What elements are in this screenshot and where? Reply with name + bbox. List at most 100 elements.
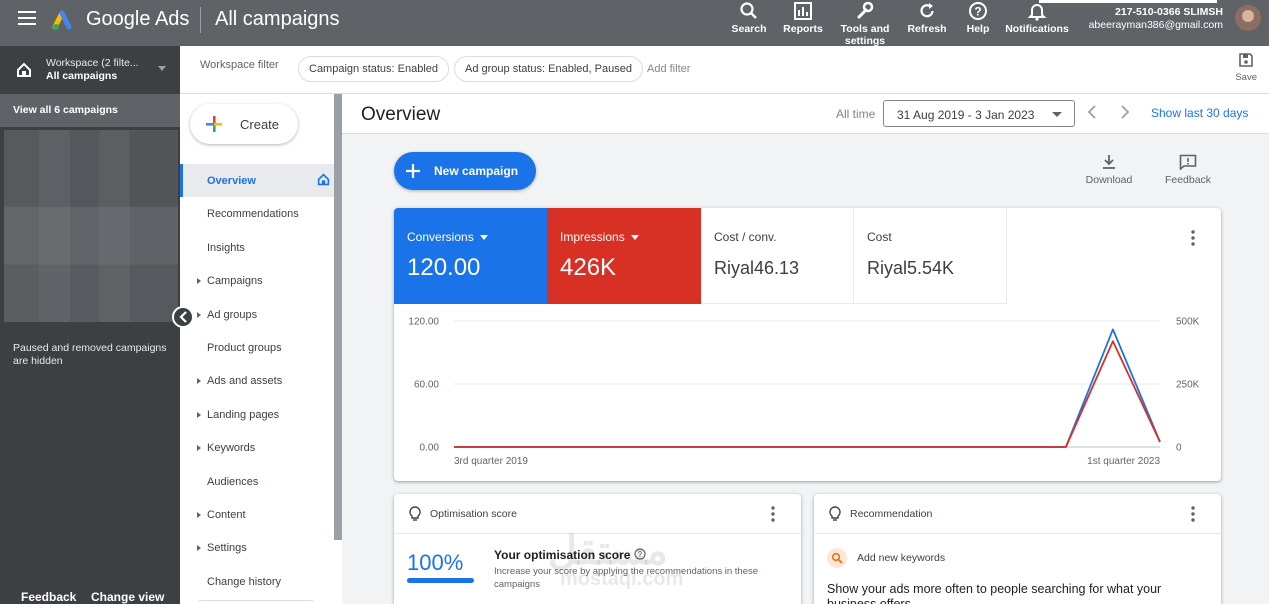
chevron-left-icon[interactable] xyxy=(1087,105,1097,119)
save-label: Save xyxy=(1235,72,1257,83)
nav-item-recommendations[interactable]: Recommendations xyxy=(180,197,334,230)
workspace-filter-label: Workspace filter xyxy=(200,59,279,71)
watermark-url: mostaql.com xyxy=(560,568,684,590)
change-view-link[interactable]: Change view xyxy=(91,590,164,604)
feedback-button[interactable]: Feedback xyxy=(1161,154,1215,186)
nav-item-label: Insights xyxy=(207,241,245,254)
nav-item-campaigns[interactable]: Campaigns xyxy=(180,264,334,297)
nav-item-landing-pages[interactable]: Landing pages xyxy=(180,398,334,431)
help-icon: ? xyxy=(969,2,987,20)
metric-value: Riyal46.13 xyxy=(714,258,800,278)
nav-item-keywords[interactable]: Keywords xyxy=(180,431,334,464)
metric-tile-impressions[interactable]: Impressions 426K xyxy=(547,208,701,304)
hidden-campaigns-note: Paused and removed campaigns are hidden xyxy=(13,342,167,367)
metric-tile-cost[interactable]: Cost Riyal5.54K xyxy=(854,208,1007,304)
date-range-select[interactable]: 31 Aug 2019 - 3 Jan 2023 xyxy=(883,100,1075,127)
product-name[interactable]: Google Ads xyxy=(86,8,189,31)
expand-arrow-icon xyxy=(197,545,201,552)
new-campaign-button[interactable]: New campaign xyxy=(394,152,536,190)
metric-label: Cost xyxy=(867,230,892,244)
more-vert-icon[interactable] xyxy=(1190,506,1196,522)
nav-item-label: Keywords xyxy=(207,442,256,455)
more-vert-icon[interactable] xyxy=(1190,230,1196,246)
page-nav: Create Overview Recommendations Insights Ca… xyxy=(180,94,342,604)
nav-item-settings[interactable]: Settings xyxy=(180,531,334,564)
collapse-panel-button[interactable] xyxy=(172,306,194,328)
performance-line-chart: 120.00 500K 60.00 250K 0.00 0 3rd quarter 2019… xyxy=(408,317,1200,468)
account-info[interactable]: 217-510-0366 SLIMSH abeerayman386@gmail.… xyxy=(1089,6,1223,32)
x-tick-label: 3rd quarter 2019 xyxy=(454,456,528,467)
add-filter-button[interactable]: Add filter xyxy=(647,63,690,75)
expand-arrow-icon xyxy=(197,512,201,518)
download-icon xyxy=(1103,155,1115,169)
y-tick-label-right: 250K xyxy=(1176,380,1200,391)
feedback-link[interactable]: Feedback xyxy=(21,590,76,604)
dropdown-arrow-icon xyxy=(630,235,639,241)
workspace-panel: Workspace (2 filte... All campaigns View… xyxy=(0,46,180,604)
nav-item-label: Content xyxy=(207,509,246,521)
search-icon xyxy=(740,2,757,19)
nav-item-label: Settings xyxy=(207,542,247,555)
nav-item-label: Change history xyxy=(207,575,281,588)
nav-scrollbar[interactable] xyxy=(334,94,342,540)
refresh-tool[interactable]: Refresh xyxy=(904,0,950,46)
help-tool-label: Help xyxy=(966,23,990,35)
view-all-campaigns[interactable]: View all 6 campaigns xyxy=(0,94,180,127)
tools-settings[interactable]: Tools and settings xyxy=(838,0,892,47)
refresh-tool-label: Refresh xyxy=(907,23,947,35)
card-header: Recommendation xyxy=(814,494,1221,534)
metric-tile-cost-per-conv[interactable]: Cost / conv. Riyal46.13 xyxy=(701,208,854,304)
nav-item-audiences[interactable]: Audiences xyxy=(180,465,334,498)
download-button[interactable]: Download xyxy=(1082,154,1136,186)
reports-tool[interactable]: Reports xyxy=(780,0,826,46)
workspace-selector[interactable]: Workspace (2 filte... All campaigns xyxy=(0,46,180,94)
campaign-list-blurred xyxy=(4,130,178,322)
filter-chip-ad-group-status[interactable]: Ad group status: Enabled, Paused xyxy=(454,56,643,82)
series-line-impressions xyxy=(454,340,1161,448)
expand-arrow-icon xyxy=(197,445,201,452)
nav-item-overview[interactable]: Overview xyxy=(180,164,334,197)
chevron-down-icon xyxy=(158,66,166,71)
reports-tool-label: Reports xyxy=(783,23,823,35)
top-bar: Google Ads All campaigns Search Reports … xyxy=(0,0,1269,47)
metric-value: 120.00 xyxy=(407,254,481,281)
all-time-label: All time xyxy=(836,107,876,121)
optimisation-score-bar xyxy=(407,578,474,583)
show-last-30-days-link[interactable]: Show last 30 days xyxy=(1151,106,1248,120)
nav-item-insights[interactable]: Insights xyxy=(180,231,334,264)
tools-settings-label: Tools and settings xyxy=(840,23,890,47)
metric-tile-conversions[interactable]: Conversions 120.00 xyxy=(394,208,547,304)
nav-item-ad-groups[interactable]: Ad groups xyxy=(180,298,334,331)
save-button[interactable]: Save xyxy=(1235,52,1257,83)
home-icon xyxy=(17,62,31,77)
avatar[interactable] xyxy=(1235,5,1261,31)
nav-item-change-history[interactable]: Change history xyxy=(180,565,334,598)
view-all-label: View all 6 campaigns xyxy=(13,104,118,116)
panel-footer: Feedback Change view xyxy=(0,590,180,604)
filter-chip-campaign-status[interactable]: Campaign status: Enabled xyxy=(298,56,450,82)
metric-label: Conversions xyxy=(407,230,488,244)
new-campaign-label: New campaign xyxy=(434,164,519,178)
nav-item-label: Ad groups xyxy=(207,308,258,321)
notifications-tool[interactable]: Notifications xyxy=(1004,0,1070,46)
nav-item-product-groups[interactable]: Product groups xyxy=(180,331,334,364)
chevron-right-icon[interactable] xyxy=(1120,105,1130,119)
save-icon xyxy=(1239,53,1253,67)
filter-bar: Workspace filter Campaign status: Enable… xyxy=(180,46,1269,94)
dropdown-arrow-icon xyxy=(479,235,488,241)
menu-icon[interactable] xyxy=(18,11,36,27)
download-label: Download xyxy=(1085,174,1133,186)
y-tick-label-right: 500K xyxy=(1176,317,1200,328)
more-vert-icon[interactable] xyxy=(770,506,776,522)
nav-item-ads-and-assets[interactable]: Ads and assets xyxy=(180,364,334,397)
bell-icon xyxy=(1027,4,1047,21)
performance-card: Conversions 120.00 Impressions 426K Cost… xyxy=(394,208,1221,481)
help-tool[interactable]: ? Help xyxy=(962,0,994,46)
notifications-tool-label: Notifications xyxy=(1005,23,1069,35)
create-button[interactable]: Create xyxy=(190,104,298,144)
nav-item-content[interactable]: Content xyxy=(180,498,334,531)
title-separator xyxy=(200,7,201,33)
google-ads-logo xyxy=(52,10,72,30)
metric-label: Impressions xyxy=(560,230,639,244)
search-tool[interactable]: Search xyxy=(729,0,769,46)
